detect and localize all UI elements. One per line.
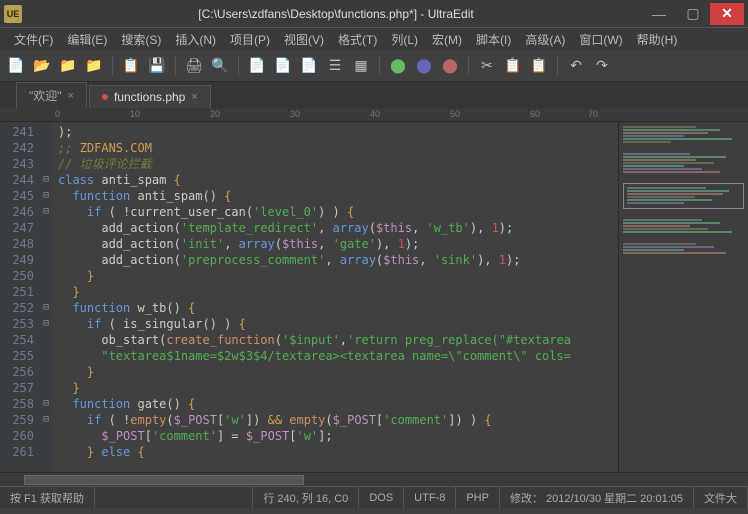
toolbar-sep — [468, 56, 469, 76]
menu-window[interactable]: 窗口(W) — [573, 29, 628, 50]
minimize-button[interactable]: — — [642, 3, 676, 25]
copy-icon[interactable]: 📋 — [121, 56, 141, 76]
code-area[interactable]: ); ;; ZDFANS.COM // 垃圾评论拦截 class anti_sp… — [52, 122, 618, 472]
toolbar-sep — [557, 56, 558, 76]
save-icon[interactable]: 💾 — [147, 56, 167, 76]
tab-functions[interactable]: functions.php × — [89, 85, 211, 108]
copy2-icon[interactable]: 📋 — [503, 56, 523, 76]
uf-icon[interactable]: ⬤ — [414, 56, 434, 76]
cut-icon[interactable]: ✂ — [477, 56, 497, 76]
window-title: [C:\Users\zdfans\Desktop\functions.php*]… — [30, 7, 642, 21]
open-icon[interactable]: 📂 — [32, 56, 52, 76]
menu-help[interactable]: 帮助(H) — [631, 29, 684, 50]
statusbar: 按 F1 获取帮助 行 240, 列 16, C0 DOS UTF-8 PHP … — [0, 486, 748, 508]
doc3-icon[interactable]: 📄 — [299, 56, 319, 76]
status-filesize: 文件大 — [694, 487, 748, 508]
menu-view[interactable]: 视图(V) — [278, 29, 330, 50]
fold-gutter[interactable]: ⊟⊟⊟⊟⊟⊟⊟ — [40, 122, 52, 472]
list-icon[interactable]: ☰ — [325, 56, 345, 76]
close-icon[interactable]: × — [68, 90, 74, 102]
status-spacer — [95, 487, 253, 508]
folder-icon[interactable]: 📁 — [58, 56, 78, 76]
status-language[interactable]: PHP — [456, 487, 500, 508]
menu-file[interactable]: 文件(F) — [8, 29, 59, 50]
line-gutter: 2412422432442452462472482492502512522532… — [0, 122, 40, 472]
ruler: 0 10 20 30 40 50 60 70 — [0, 108, 748, 122]
new-icon[interactable]: 📄 — [6, 56, 26, 76]
status-lineend[interactable]: DOS — [359, 487, 404, 508]
status-position: 行 240, 列 16, C0 — [253, 487, 359, 508]
doc2-icon[interactable]: 📄 — [273, 56, 293, 76]
menu-macro[interactable]: 宏(M) — [426, 29, 468, 50]
minimap[interactable] — [618, 122, 748, 472]
toolbar-sep — [238, 56, 239, 76]
status-help: 按 F1 获取帮助 — [0, 487, 95, 508]
close-icon[interactable]: × — [191, 91, 197, 103]
tab-label: "欢迎" — [29, 87, 62, 104]
horizontal-scrollbar[interactable] — [0, 472, 748, 486]
redo-icon[interactable]: ↷ — [592, 56, 612, 76]
paste-icon[interactable]: 📋 — [529, 56, 549, 76]
uc-icon[interactable]: ⬤ — [388, 56, 408, 76]
tab-label: functions.php — [114, 90, 185, 104]
menu-edit[interactable]: 编辑(E) — [61, 29, 113, 50]
preview-icon[interactable]: 🔍 — [210, 56, 230, 76]
scrollbar-thumb[interactable] — [24, 475, 304, 485]
toolbar-sep — [379, 56, 380, 76]
tab-welcome[interactable]: "欢迎" × — [16, 82, 87, 108]
grid-icon[interactable]: ▦ — [351, 56, 371, 76]
undo-icon[interactable]: ↶ — [566, 56, 586, 76]
toolbar-sep — [175, 56, 176, 76]
us-icon[interactable]: ⬤ — [440, 56, 460, 76]
close-button[interactable]: ✕ — [710, 3, 744, 25]
menu-insert[interactable]: 插入(N) — [169, 29, 222, 50]
status-modified: 修改： 2012/10/30 星期二 20:01:05 — [500, 487, 694, 508]
menubar: 文件(F) 编辑(E) 搜索(S) 插入(N) 项目(P) 视图(V) 格式(T… — [0, 28, 748, 50]
menu-search[interactable]: 搜索(S) — [115, 29, 167, 50]
menu-format[interactable]: 格式(T) — [332, 29, 383, 50]
modified-dot-icon — [102, 94, 108, 100]
doc-icon[interactable]: 📄 — [247, 56, 267, 76]
toolbar-sep — [112, 56, 113, 76]
editor[interactable]: 2412422432442452462472482492502512522532… — [0, 122, 748, 472]
titlebar: UE [C:\Users\zdfans\Desktop\functions.ph… — [0, 0, 748, 28]
print-icon[interactable]: 🖨 — [184, 56, 204, 76]
menu-column[interactable]: 列(L) — [385, 29, 424, 50]
status-encoding[interactable]: UTF-8 — [404, 487, 456, 508]
folder2-icon[interactable]: 📁 — [84, 56, 104, 76]
maximize-button[interactable]: ▢ — [676, 3, 710, 25]
app-icon: UE — [4, 5, 22, 23]
minimap-viewport[interactable] — [623, 183, 744, 209]
tabbar: "欢迎" × functions.php × — [0, 82, 748, 108]
menu-script[interactable]: 脚本(I) — [470, 29, 517, 50]
menu-project[interactable]: 项目(P) — [224, 29, 276, 50]
menu-advanced[interactable]: 高级(A) — [519, 29, 571, 50]
toolbar: 📄 📂 📁 📁 📋 💾 🖨 🔍 📄 📄 📄 ☰ ▦ ⬤ ⬤ ⬤ ✂ 📋 📋 ↶ … — [0, 50, 748, 82]
